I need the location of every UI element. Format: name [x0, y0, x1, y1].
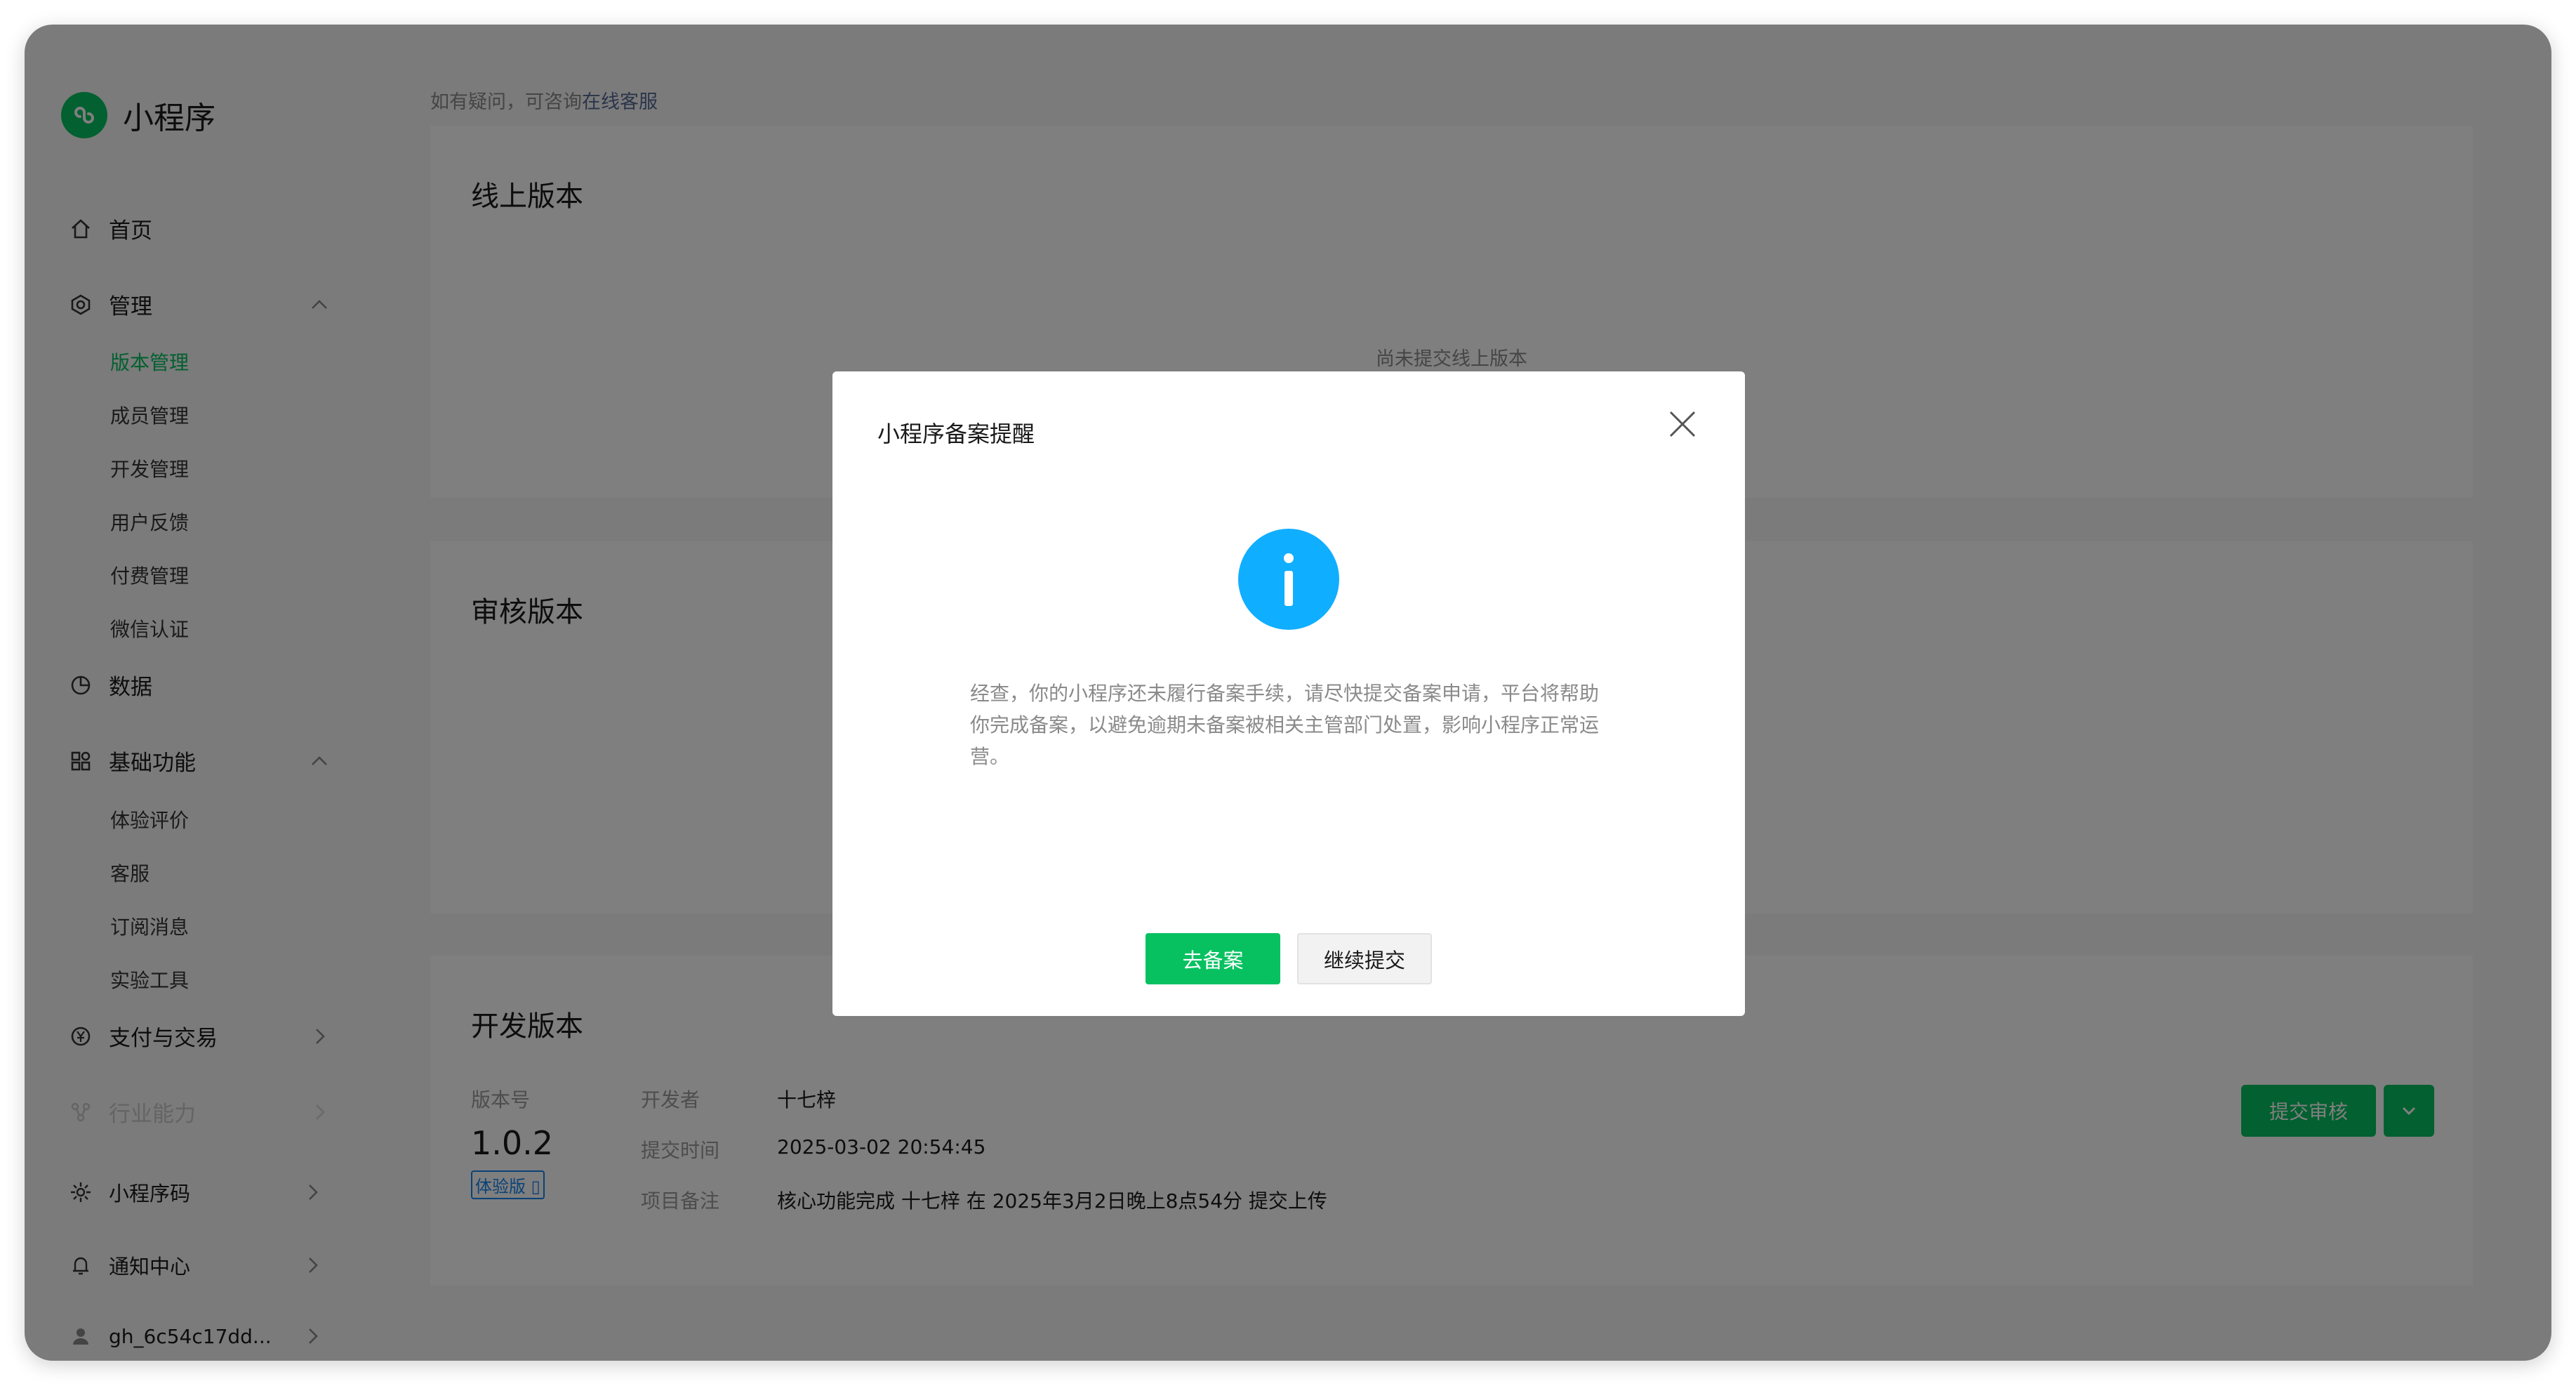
continue-submit-button[interactable]: 继续提交 [1297, 933, 1432, 984]
close-icon[interactable] [1665, 407, 1700, 442]
dialog-message: 经查，你的小程序还未履行备案手续，请尽快提交备案申请，平台将帮助你完成备案，以避… [970, 682, 1600, 768]
filing-reminder-dialog: 小程序备案提醒 经查，你的小程序还未履行备案手续，请尽快提交备案申请，平台将帮助… [832, 371, 1745, 1016]
go-filing-button[interactable]: 去备案 [1146, 933, 1280, 984]
dialog-title: 小程序备案提醒 [877, 421, 1035, 447]
info-icon [1238, 529, 1339, 630]
